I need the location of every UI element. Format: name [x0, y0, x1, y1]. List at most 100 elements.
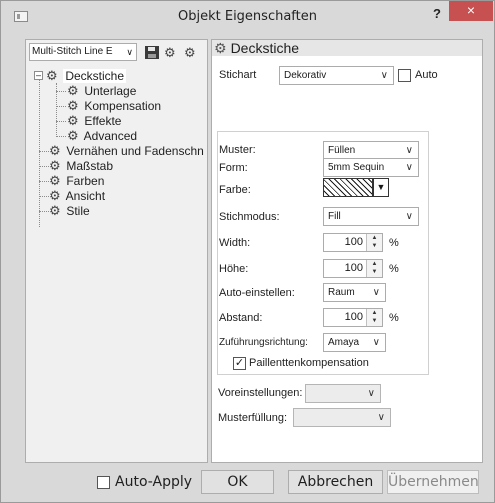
- paillette-checkbox[interactable]: ✓: [233, 357, 246, 370]
- tree-item-ansicht[interactable]: ⚙ Ansicht: [49, 188, 105, 203]
- chevron-down-icon: ∨: [377, 412, 385, 423]
- form-select[interactable]: 5mm Sequin ∨: [323, 158, 419, 177]
- hoehe-label: Höhe:: [219, 263, 249, 275]
- window-title: Objekt Eigenschaften: [178, 9, 317, 24]
- tree-connector: [56, 91, 66, 92]
- gear-icon: ⚙: [67, 128, 79, 143]
- width-stepper[interactable]: 100 ▲ ▼: [323, 233, 383, 252]
- ok-button[interactable]: OK: [201, 470, 274, 494]
- tree-connector: [39, 151, 49, 152]
- gear-icon: ⚙: [49, 158, 61, 173]
- chevron-down-icon: ∨: [380, 70, 388, 81]
- abbrechen-button[interactable]: Abbrechen: [288, 470, 383, 494]
- musterfuellung-select[interactable]: ∨: [293, 408, 391, 427]
- tree-connector: [56, 106, 66, 107]
- hoehe-value: 100: [344, 262, 363, 274]
- abstand-value: 100: [344, 311, 363, 323]
- gear-icon: ⚙: [46, 68, 58, 83]
- chevron-down-icon: ∨: [126, 47, 133, 57]
- tree-item-label: Ansicht: [65, 189, 106, 203]
- form-label: Form:: [219, 162, 248, 174]
- tree-item-unterlage[interactable]: ⚙ Unterlage: [67, 83, 136, 98]
- tree-item-stile[interactable]: ⚙ Stile: [49, 203, 90, 218]
- auto-apply-checkbox[interactable]: [97, 476, 110, 489]
- tree-connector: [39, 196, 49, 197]
- tree-item-massstab[interactable]: ⚙ Maßstab: [49, 158, 113, 173]
- spin-arrows-icon[interactable]: ▲ ▼: [366, 309, 382, 326]
- width-value: 100: [344, 236, 363, 248]
- auto-label: Auto: [415, 69, 438, 81]
- zufuehrung-label: Zuführungsrichtung:: [219, 337, 308, 348]
- section-header: ⚙ Deckstiche: [212, 40, 482, 56]
- stitch-set-select[interactable]: Multi-Stitch Line E ∨: [29, 43, 137, 61]
- tree-connector: [39, 211, 49, 212]
- tree-item-deckstiche[interactable]: ⚙ Deckstiche: [46, 68, 127, 83]
- gear-icon: ⚙: [49, 173, 61, 188]
- width-unit: %: [389, 237, 399, 249]
- color-dropdown-button[interactable]: ▼: [373, 178, 389, 197]
- tree-item-vernaehen[interactable]: ⚙ Vernähen und Fadenschn: [49, 143, 204, 158]
- auto-einstellen-value: Raum: [328, 287, 355, 298]
- form-value: 5mm Sequin: [328, 162, 385, 173]
- tree-item-label: Unterlage: [84, 84, 137, 98]
- voreinstellungen-select[interactable]: ∨: [305, 384, 381, 403]
- tree-item-farben[interactable]: ⚙ Farben: [49, 173, 104, 188]
- section-title: Deckstiche: [230, 40, 300, 56]
- width-label: Width:: [219, 237, 251, 249]
- stichart-select[interactable]: Dekorativ ∨: [279, 66, 394, 85]
- chevron-down-icon: ∨: [405, 145, 413, 156]
- close-button[interactable]: ×: [449, 1, 493, 21]
- chevron-down-icon: ∨: [367, 388, 375, 399]
- uebernehmen-button[interactable]: Übernehmen: [387, 470, 479, 494]
- stichart-label: Stichart: [219, 69, 257, 81]
- color-swatch[interactable]: [323, 178, 373, 197]
- tree-item-kompensation[interactable]: ⚙ Kompensation: [67, 98, 161, 113]
- collapse-toggle[interactable]: –: [34, 71, 43, 80]
- stitch-set-select-value: Multi-Stitch Line E: [32, 46, 113, 57]
- farbe-label: Farbe:: [219, 184, 251, 196]
- paillette-label: Paillenttenkompensation: [249, 357, 369, 369]
- zufuehrung-value: Amaya: [328, 337, 360, 348]
- abstand-stepper[interactable]: 100 ▲ ▼: [323, 308, 383, 327]
- muster-value: Füllen: [328, 145, 356, 156]
- tree-item-effekte[interactable]: ⚙ Effekte: [67, 113, 121, 128]
- tree-item-label: Vernähen und Fadenschn: [66, 144, 204, 158]
- tree-connector: [56, 121, 66, 122]
- settings-folder-icon[interactable]: ⚙: [184, 46, 196, 59]
- zufuehrung-select[interactable]: Amaya ∨: [323, 333, 386, 352]
- save-icon[interactable]: [145, 46, 159, 59]
- tree-item-label: Stile: [66, 204, 90, 218]
- tree-item-label: Maßstab: [66, 159, 114, 173]
- auto-apply-label: Auto-Apply: [115, 474, 193, 490]
- tree-item-label: Effekte: [84, 114, 122, 128]
- gear-icon: ⚙: [67, 113, 79, 128]
- tree-connector: [39, 181, 49, 182]
- abstand-unit: %: [389, 312, 399, 324]
- chevron-down-icon: ∨: [405, 211, 413, 222]
- stichart-value: Dekorativ: [284, 70, 327, 81]
- auto-einstellen-label: Auto-einstellen:: [219, 287, 295, 299]
- hoehe-stepper[interactable]: 100 ▲ ▼: [323, 259, 383, 278]
- gear-icon: ⚙: [214, 40, 227, 56]
- tree-item-advanced[interactable]: ⚙ Advanced: [67, 128, 137, 143]
- gear-icon: ⚙: [67, 83, 79, 98]
- tree-item-label: Advanced: [83, 129, 138, 143]
- auto-einstellen-select[interactable]: Raum ∨: [323, 283, 386, 302]
- stichmodus-select[interactable]: Fill ∨: [323, 207, 419, 226]
- gear-icon: ⚙: [67, 98, 79, 113]
- gears-icon[interactable]: ⚙: [164, 46, 176, 59]
- help-button[interactable]: ?: [428, 5, 446, 23]
- abstand-label: Abstand:: [219, 312, 263, 324]
- properties-dialog: Objekt Eigenschaften ? × Multi-Stitch Li…: [0, 0, 495, 503]
- gear-icon: ⚙: [49, 143, 61, 158]
- spin-arrows-icon[interactable]: ▲ ▼: [366, 234, 382, 251]
- title-bar[interactable]: Objekt Eigenschaften ? ×: [1, 1, 494, 33]
- auto-checkbox[interactable]: [398, 69, 411, 82]
- properties-tree: – ⚙ Deckstiche ⚙ Unterlage ⚙ Kompensatio…: [31, 67, 207, 267]
- chevron-down-icon: ∨: [372, 337, 380, 348]
- chevron-down-icon: ∨: [372, 287, 380, 298]
- tree-connector: [39, 79, 40, 227]
- left-panel: Multi-Stitch Line E ∨ ⚙ ⚙ – ⚙ Deckstiche: [25, 39, 208, 463]
- stichmodus-label: Stichmodus:: [219, 211, 280, 223]
- spin-arrows-icon[interactable]: ▲ ▼: [366, 260, 382, 277]
